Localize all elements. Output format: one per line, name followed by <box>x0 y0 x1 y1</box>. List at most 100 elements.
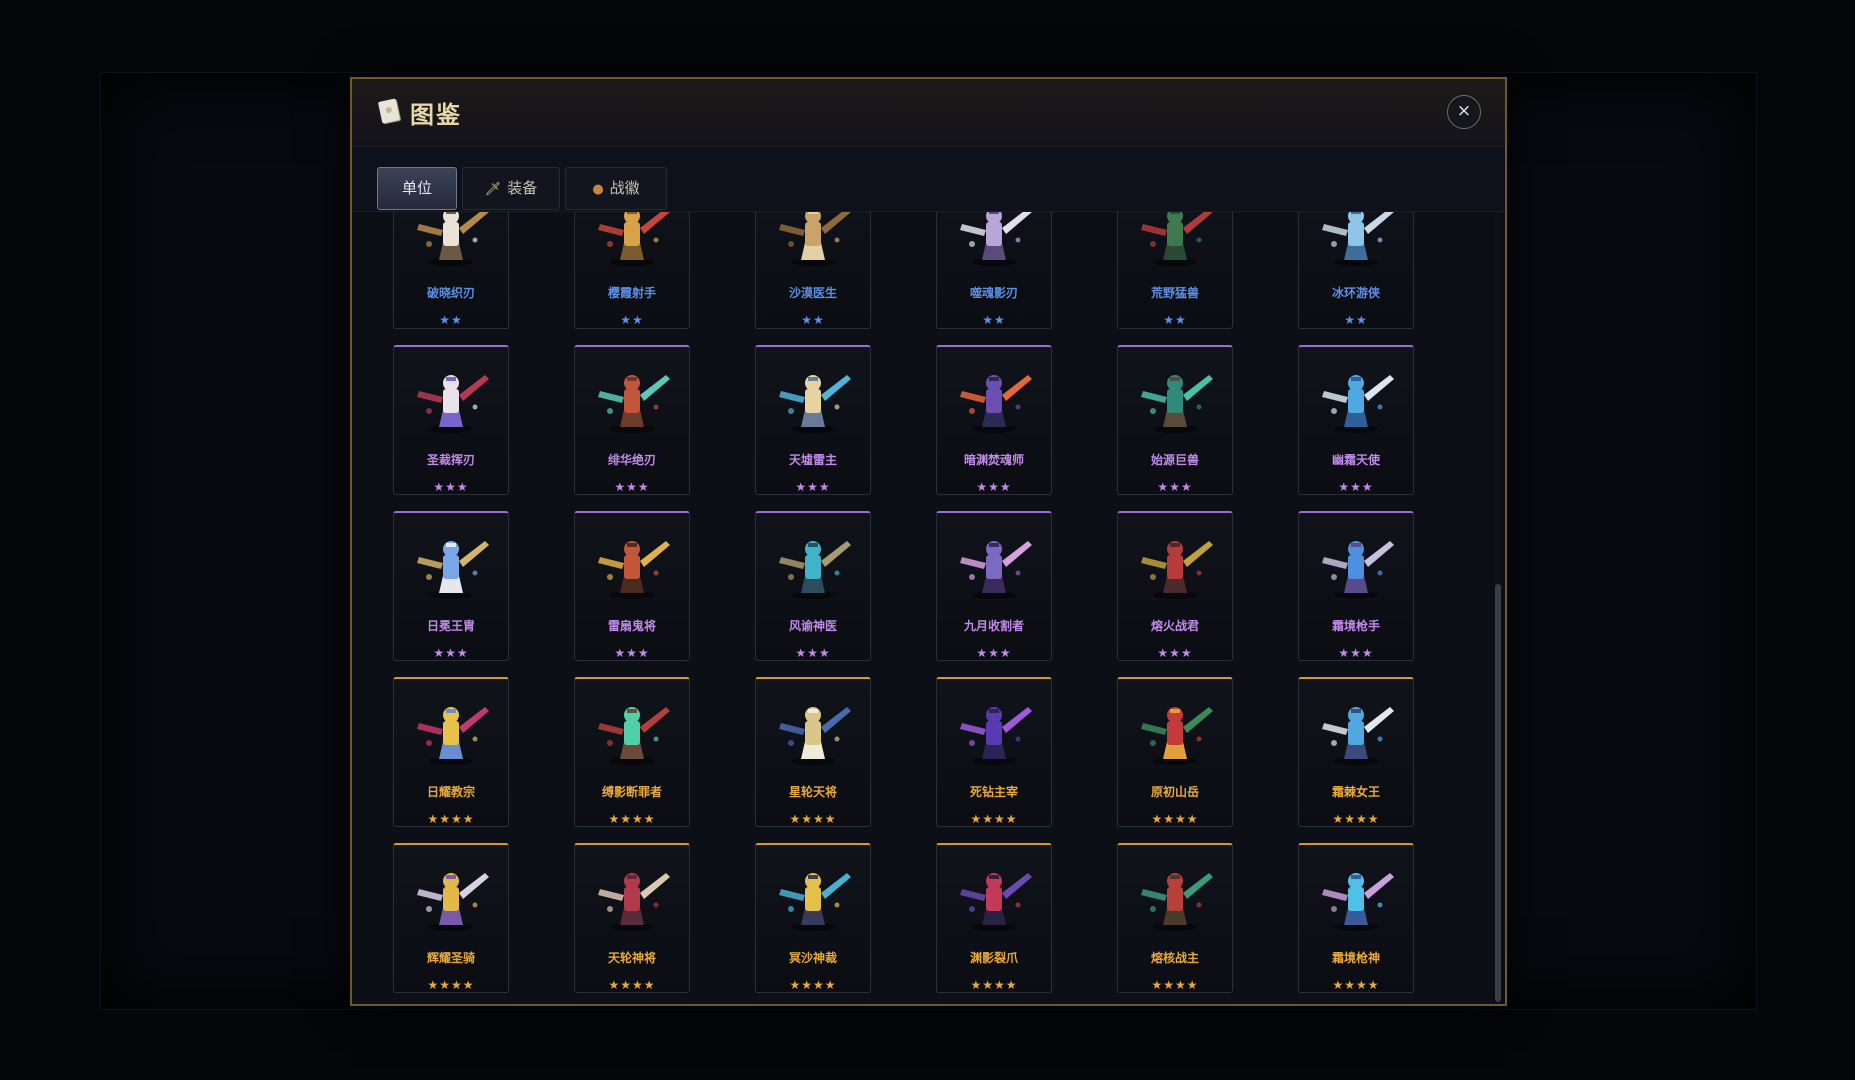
unit-grid: 破晓织刃 ★★ 樱霞射手 ★★ 沙漠医生 ★★ 噬魂影刃 ★★ 荒野猛兽 ★★ 冰环游侠 ★★ 圣裁挥刃… <box>352 212 1505 1004</box>
unit-name: 冥沙神裁 <box>788 951 837 965</box>
unit-stars: ★★★★ <box>1332 978 1380 992</box>
unit-card[interactable]: 霜境枪手 ★★★ <box>1298 511 1414 661</box>
unit-sprite <box>779 212 851 266</box>
unit-stars: ★★★ <box>795 646 831 660</box>
unit-stars: ★★ <box>439 313 463 327</box>
unit-sprite <box>1322 707 1394 765</box>
unit-card[interactable]: 幽霜天使 ★★★ <box>1298 345 1414 495</box>
unit-stars: ★★★ <box>976 480 1012 494</box>
unit-card[interactable]: 冰环游侠 ★★ <box>1298 212 1414 329</box>
unit-stars: ★★ <box>982 313 1006 327</box>
unit-sprite <box>779 873 851 931</box>
unit-name: 噬魂影刃 <box>969 286 1018 300</box>
sword-icon: 🗡 <box>484 182 502 197</box>
tab-badges[interactable]: ● 战徽 <box>565 167 667 210</box>
unit-name: 樱霞射手 <box>607 286 656 300</box>
unit-card[interactable]: 星轮天将 ★★★★ <box>755 677 871 827</box>
unit-name: 死钻主宰 <box>969 785 1018 799</box>
unit-name: 熔火战君 <box>1150 619 1199 633</box>
unit-card[interactable]: 辉耀圣骑 ★★★★ <box>393 843 509 993</box>
unit-stars: ★★★★ <box>608 978 656 992</box>
unit-sprite <box>1322 375 1394 433</box>
unit-stars: ★★★ <box>614 480 650 494</box>
unit-card[interactable]: 绯华绝刃 ★★★ <box>574 345 690 495</box>
unit-card[interactable]: 渊影裂爪 ★★★★ <box>936 843 1052 993</box>
unit-stars: ★★ <box>801 313 825 327</box>
unit-stars: ★★★ <box>1157 480 1193 494</box>
unit-sprite <box>779 541 851 599</box>
unit-name: 星轮天将 <box>788 785 837 799</box>
unit-card[interactable]: 风谕神医 ★★★ <box>755 511 871 661</box>
unit-stars: ★★★★ <box>789 978 837 992</box>
modal-header: 图鉴 × <box>352 79 1505 147</box>
unit-name: 荒野猛兽 <box>1150 286 1199 300</box>
unit-stars: ★★★★ <box>427 978 475 992</box>
unit-sprite <box>960 375 1032 433</box>
unit-grid-viewport[interactable]: 破晓织刃 ★★ 樱霞射手 ★★ 沙漠医生 ★★ 噬魂影刃 ★★ 荒野猛兽 ★★ 冰环游侠 ★★ 圣裁挥刃… <box>352 212 1505 1004</box>
unit-card[interactable]: 天轮神将 ★★★★ <box>574 843 690 993</box>
unit-sprite <box>1141 541 1213 599</box>
unit-card[interactable]: 熔火战君 ★★★ <box>1117 511 1233 661</box>
unit-card[interactable]: 霜境枪神 ★★★★ <box>1298 843 1414 993</box>
tab-units[interactable]: 单位 <box>377 167 457 210</box>
unit-stars: ★★★★ <box>1151 812 1199 826</box>
unit-card[interactable]: 圣裁挥刃 ★★★ <box>393 345 509 495</box>
modal-title: 图鉴 <box>410 100 462 129</box>
medal-icon: ● <box>592 182 604 197</box>
unit-stars: ★★★ <box>795 480 831 494</box>
unit-card[interactable]: 熔核战主 ★★★★ <box>1117 843 1233 993</box>
unit-sprite <box>417 212 489 266</box>
unit-card[interactable]: 日耀教宗 ★★★★ <box>393 677 509 827</box>
unit-card[interactable]: 始源巨兽 ★★★ <box>1117 345 1233 495</box>
scrollbar-thumb[interactable] <box>1495 584 1501 1002</box>
close-button[interactable]: × <box>1447 95 1481 129</box>
unit-card[interactable]: 霜棘女王 ★★★★ <box>1298 677 1414 827</box>
unit-card[interactable]: 死钻主宰 ★★★★ <box>936 677 1052 827</box>
unit-sprite <box>1141 873 1213 931</box>
tab-units-label: 单位 <box>401 179 432 197</box>
unit-card[interactable]: 原初山岳 ★★★★ <box>1117 677 1233 827</box>
unit-sprite <box>598 375 670 433</box>
unit-card[interactable]: 噬魂影刃 ★★ <box>936 212 1052 329</box>
unit-stars: ★★ <box>1344 313 1368 327</box>
scroll-icon <box>377 98 401 124</box>
unit-sprite <box>598 873 670 931</box>
unit-stars: ★★★ <box>614 646 650 660</box>
unit-sprite <box>1141 375 1213 433</box>
unit-stars: ★★★★ <box>789 812 837 826</box>
unit-stars: ★★★ <box>1157 646 1193 660</box>
unit-card[interactable]: 雷扇鬼将 ★★★ <box>574 511 690 661</box>
unit-sprite <box>1322 541 1394 599</box>
unit-name: 熔核战主 <box>1150 951 1199 965</box>
unit-card[interactable]: 九月收割者 ★★★ <box>936 511 1052 661</box>
unit-sprite <box>598 707 670 765</box>
unit-sprite <box>960 541 1032 599</box>
unit-card[interactable]: 樱霞射手 ★★ <box>574 212 690 329</box>
unit-name: 风谕神医 <box>788 619 837 633</box>
unit-card[interactable]: 荒野猛兽 ★★ <box>1117 212 1233 329</box>
unit-stars: ★★★ <box>433 480 469 494</box>
unit-name: 绯华绝刃 <box>607 453 656 467</box>
unit-stars: ★★★ <box>1338 480 1374 494</box>
unit-card[interactable]: 冥沙神裁 ★★★★ <box>755 843 871 993</box>
unit-name: 渊影裂爪 <box>969 951 1018 965</box>
unit-name: 圣裁挥刃 <box>426 453 475 467</box>
unit-sprite <box>1141 212 1213 266</box>
unit-sprite <box>779 375 851 433</box>
unit-name: 霜境枪手 <box>1331 619 1380 633</box>
unit-card[interactable]: 缚影断罪者 ★★★★ <box>574 677 690 827</box>
unit-card[interactable]: 天墟雷主 ★★★ <box>755 345 871 495</box>
unit-card[interactable]: 沙漠医生 ★★ <box>755 212 871 329</box>
unit-card[interactable]: 破晓织刃 ★★ <box>393 212 509 329</box>
unit-name: 幽霜天使 <box>1331 453 1380 467</box>
unit-card[interactable]: 暗渊焚魂师 ★★★ <box>936 345 1052 495</box>
unit-sprite <box>1322 873 1394 931</box>
scrollbar[interactable] <box>1495 212 1501 1002</box>
tab-equipment[interactable]: 🗡 装备 <box>462 167 560 210</box>
unit-name: 天墟雷主 <box>788 453 837 467</box>
unit-sprite <box>417 873 489 931</box>
unit-name: 霜境枪神 <box>1331 951 1380 965</box>
unit-stars: ★★★ <box>1338 646 1374 660</box>
unit-stars: ★★★ <box>433 646 469 660</box>
unit-card[interactable]: 日冕王胄 ★★★ <box>393 511 509 661</box>
